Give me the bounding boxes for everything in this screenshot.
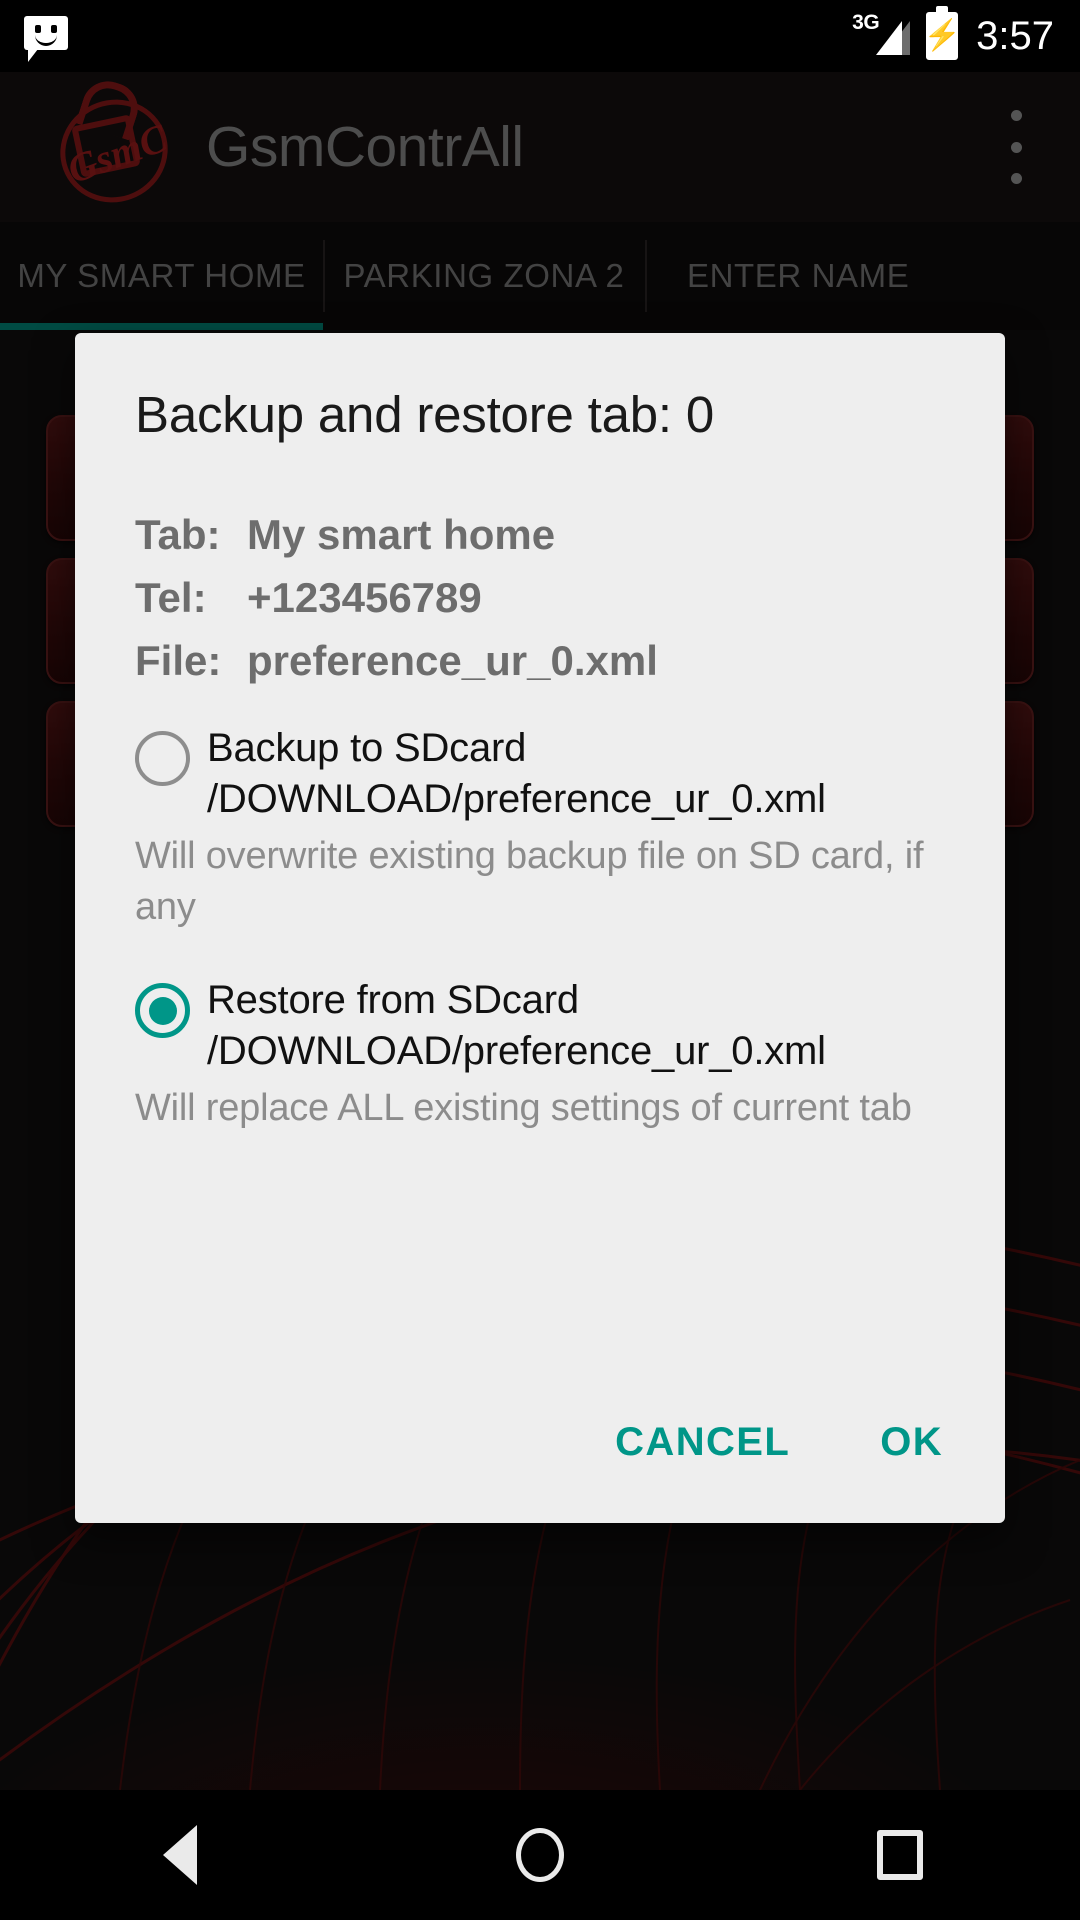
info-key: Tel: [135, 574, 207, 621]
option-backup-to-sdcard[interactable]: Backup to SDcard /DOWNLOAD/preference_ur… [135, 723, 955, 933]
home-button[interactable] [450, 1790, 630, 1920]
status-bar-system-icons: 3G ⚡ 3:57 [852, 6, 1080, 60]
navigation-bar [0, 1790, 1080, 1920]
option-help-text: Will overwrite existing backup file on S… [135, 835, 924, 928]
option-label: Restore from SDcard /DOWNLOAD/preference… [207, 978, 826, 1073]
dialog-info-block: Tab: My smart home Tel: +123456789 File:… [135, 503, 955, 692]
status-bar: 3G ⚡ 3:57 [0, 0, 1080, 72]
option-help-text: Will replace ALL existing settings of cu… [135, 1087, 912, 1129]
recents-button[interactable] [810, 1790, 990, 1920]
back-button[interactable] [90, 1790, 270, 1920]
phone-screen: 3G ⚡ 3:57 GsmC GsmContrAll MY SMART HOME [0, 0, 1080, 1920]
info-value: preference_ur_0.xml [247, 637, 658, 684]
radio-restore-from-sdcard[interactable] [135, 983, 190, 1038]
signal-bars-icon: 3G [852, 11, 911, 59]
status-bar-clock: 3:57 [976, 13, 1054, 58]
ok-button[interactable]: OK [858, 1406, 965, 1479]
back-triangle-icon [163, 1825, 197, 1885]
radio-group: Backup to SDcard /DOWNLOAD/preference_ur… [135, 723, 955, 1146]
info-key: Tab: [135, 511, 221, 558]
info-value: +123456789 [247, 574, 482, 621]
info-value: My smart home [247, 511, 556, 558]
recents-square-icon [877, 1830, 923, 1880]
info-row-tab: Tab: My smart home [135, 503, 955, 566]
status-bar-notifications [0, 16, 852, 62]
sms-icon [24, 16, 70, 62]
dialog-action-bar: CANCEL OK [593, 1406, 965, 1479]
network-type-label: 3G [852, 11, 880, 34]
info-key: File: [135, 637, 222, 684]
battery-charging-icon: ⚡ [923, 6, 961, 60]
option-restore-from-sdcard[interactable]: Restore from SDcard /DOWNLOAD/preference… [135, 975, 955, 1134]
cancel-button[interactable]: CANCEL [593, 1406, 812, 1479]
home-circle-icon [516, 1828, 564, 1882]
option-label: Backup to SDcard /DOWNLOAD/preference_ur… [207, 726, 826, 821]
dialog-title: Backup and restore tab: 0 [135, 386, 715, 443]
radio-backup-to-sdcard[interactable] [135, 731, 190, 786]
backup-restore-dialog: Backup and restore tab: 0 Tab: My smart … [75, 333, 1005, 1523]
info-row-tel: Tel: +123456789 [135, 566, 955, 629]
info-row-file: File: preference_ur_0.xml [135, 629, 955, 692]
